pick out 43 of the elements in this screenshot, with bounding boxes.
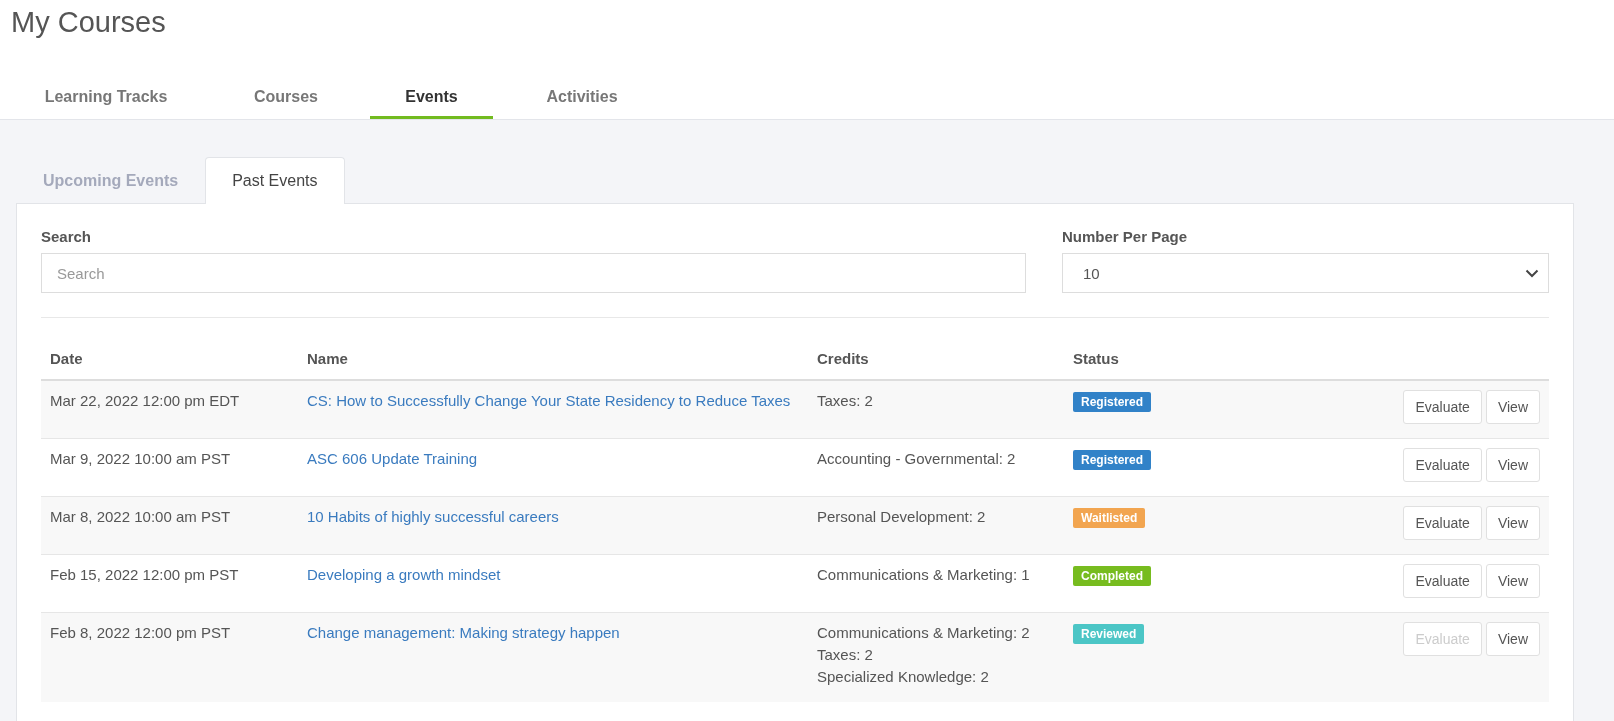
column-header: Date bbox=[50, 350, 83, 367]
nav-tab[interactable]: Activities bbox=[493, 80, 671, 119]
evaluate-button[interactable]: Evaluate bbox=[1403, 506, 1482, 540]
date-cell: Feb 15, 2022 12:00 pm PST bbox=[50, 566, 239, 583]
nav-tab[interactable]: Learning Tracks bbox=[10, 80, 202, 119]
credits-cell-text: Specialized Knowledge: 2 bbox=[817, 667, 990, 687]
date-cell: Mar 22, 2022 12:00 pm EDT bbox=[50, 392, 240, 409]
date-cell: Mar 9, 2022 10:00 am PST bbox=[50, 450, 231, 467]
event-link[interactable]: Developing a growth mindset bbox=[307, 564, 799, 586]
status-badge: Registered bbox=[1073, 450, 1152, 470]
page-title: My Courses bbox=[10, 5, 167, 40]
status-badge: Registered bbox=[1073, 392, 1152, 412]
per-page-dropdown[interactable]: 10 bbox=[1062, 253, 1549, 293]
status-badge: Reviewed bbox=[1073, 624, 1145, 644]
per-page-label: Number Per Page bbox=[1062, 228, 1189, 245]
view-button[interactable]: View bbox=[1485, 506, 1540, 540]
view-button[interactable]: View bbox=[1485, 448, 1540, 482]
view-button[interactable]: View bbox=[1485, 390, 1540, 424]
evaluate-button[interactable]: Evaluate bbox=[1403, 390, 1482, 424]
credits-cell-text: Accounting - Governmental: 2 bbox=[817, 449, 1017, 469]
credits-cell-text: Communications & Marketing: 2 bbox=[817, 623, 1031, 643]
chevron-down-icon bbox=[1525, 268, 1539, 278]
credits-cell-text: Communications & Marketing: 1 bbox=[817, 565, 1031, 585]
credits-cell-text: Taxes: 2 bbox=[817, 391, 874, 411]
event-link[interactable]: ASC 606 Update Training bbox=[307, 448, 799, 470]
column-header: Name bbox=[307, 350, 348, 367]
status-badge: Completed bbox=[1073, 566, 1151, 586]
date-cell: Feb 8, 2022 12:00 pm PST bbox=[50, 624, 231, 641]
sub-tab[interactable]: Past Events bbox=[205, 157, 345, 204]
status-badge: Waitlisted bbox=[1073, 508, 1146, 528]
search-field[interactable]: Search bbox=[41, 253, 1026, 293]
search-label: Search bbox=[41, 228, 93, 245]
nav-tab[interactable]: Courses bbox=[202, 80, 370, 119]
view-button[interactable]: View bbox=[1485, 564, 1540, 598]
column-header: Status bbox=[1073, 350, 1119, 367]
nav-tab[interactable]: Events bbox=[370, 80, 493, 119]
view-button[interactable]: View bbox=[1485, 622, 1540, 656]
credits-cell-text: Taxes: 2 bbox=[817, 645, 874, 665]
column-header: Credits bbox=[817, 350, 869, 367]
credits-cell-text: Personal Development: 2 bbox=[817, 507, 987, 527]
date-cell: Mar 8, 2022 10:00 am PST bbox=[50, 508, 231, 525]
evaluate-button[interactable]: Evaluate bbox=[1403, 448, 1482, 482]
evaluate-button[interactable]: Evaluate bbox=[1403, 564, 1482, 598]
